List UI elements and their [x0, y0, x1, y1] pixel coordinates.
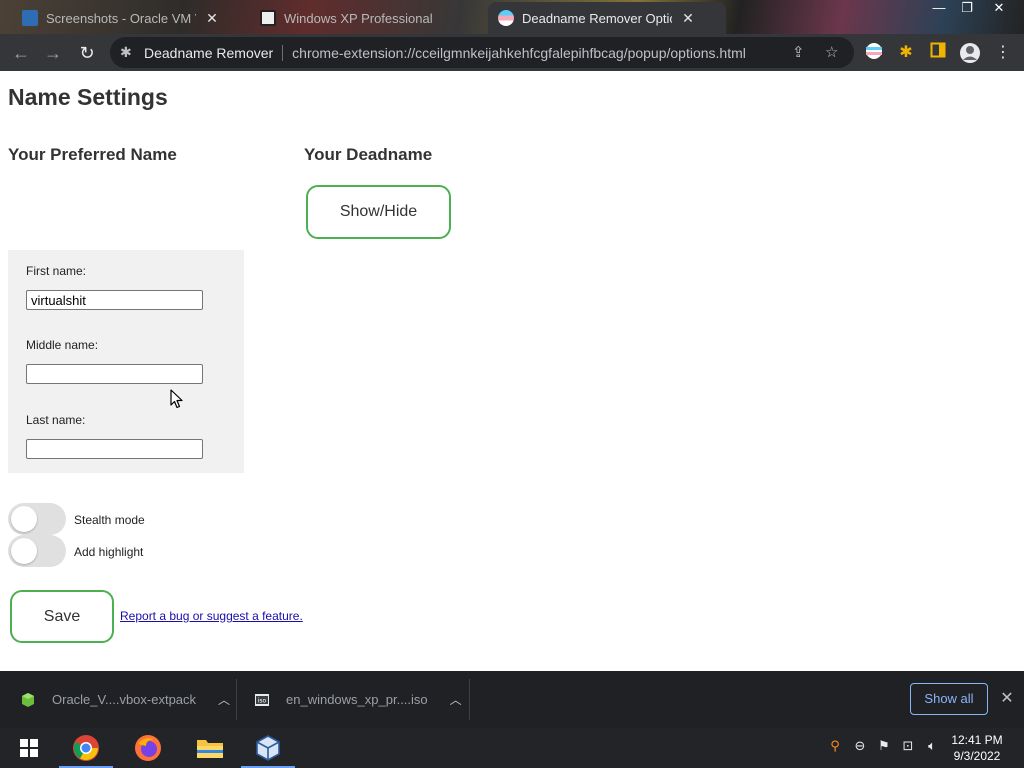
first-name-label: First name:	[26, 264, 87, 278]
windows-taskbar: ⚲ ⊖ ⚑ ⊡ 🔈︎ 12:41 PM 9/3/2022	[0, 728, 1024, 768]
puzzle-icon: ✱	[120, 44, 132, 60]
url-text: chrome-extension://cceilgmnkeijahkehfcgf…	[292, 44, 746, 61]
site-name: Deadname Remover	[144, 44, 274, 61]
middle-name-input[interactable]	[26, 364, 203, 384]
archive-icon	[260, 10, 276, 26]
taskbar-file-explorer[interactable]	[181, 728, 239, 768]
tab-deadname-remover-options[interactable]: Deadname Remover Options ✕	[488, 2, 726, 34]
close-icon[interactable]: ✕	[680, 10, 696, 27]
preferred-name-heading: Your Preferred Name	[8, 145, 177, 164]
deadname-remover-extension-icon[interactable]	[863, 42, 885, 64]
iso-file-icon: iso	[255, 693, 269, 706]
divider	[282, 44, 284, 61]
download-filename: en_windows_xp_pr....iso	[286, 692, 428, 707]
toggle-knob	[11, 506, 37, 532]
start-button[interactable]	[0, 728, 58, 768]
clock-date: 9/3/2022	[953, 749, 1001, 763]
extensions-icon[interactable]: ✱	[895, 42, 917, 64]
download-filename: Oracle_V....vbox-extpack	[52, 692, 197, 707]
reload-icon[interactable]: ↻	[74, 40, 100, 66]
add-highlight-label: Add highlight	[74, 545, 144, 559]
browser-toolbar: ← → ↻ ✱ Deadname Remover chrome-extensio…	[0, 34, 1024, 71]
stealth-mode-toggle[interactable]	[8, 503, 66, 535]
options-page: Name Settings Your Preferred Name Your D…	[0, 71, 1024, 671]
stealth-mode-label: Stealth mode	[74, 513, 145, 527]
address-bar[interactable]: ✱ Deadname Remover chrome-extension://cc…	[110, 37, 854, 68]
taskbar-firefox[interactable]	[119, 728, 177, 768]
middle-name-label: Middle name:	[26, 338, 99, 352]
volume-tray-icon[interactable]: 🔈︎	[923, 738, 941, 754]
download-item[interactable]: Oracle_V....vbox-extpack ︿	[20, 671, 230, 728]
tab-windows-xp[interactable]: Windows XP Professional SP3 x86	[250, 2, 480, 34]
close-icon[interactable]: ✕	[998, 688, 1016, 708]
deadname-heading: Your Deadname	[304, 145, 433, 164]
download-item[interactable]: iso en_windows_xp_pr....iso ︿	[254, 671, 462, 728]
minus-circle-tray-icon[interactable]: ⊖	[851, 738, 869, 754]
side-panel-icon[interactable]	[927, 42, 949, 64]
page-title: Name Settings	[8, 84, 168, 110]
taskbar-virtualbox[interactable]	[239, 728, 297, 768]
search-tray-icon[interactable]: ⚲	[826, 738, 844, 754]
add-highlight-toggle[interactable]	[8, 535, 66, 567]
minimize-icon[interactable]: —	[924, 0, 954, 18]
close-icon[interactable]: ✕	[204, 10, 220, 27]
mouse-cursor-icon	[170, 389, 183, 409]
chrome-icon	[73, 735, 99, 761]
divider	[236, 679, 237, 720]
show-all-button[interactable]: Show all	[910, 683, 988, 715]
windows-logo-icon	[20, 739, 38, 757]
menu-kebab-icon[interactable]: ⋮	[992, 42, 1014, 64]
save-button[interactable]: Save	[10, 590, 114, 643]
folder-icon	[197, 740, 223, 758]
report-bug-link[interactable]: Report a bug or suggest a feature.	[120, 609, 303, 623]
virtualbox-icon	[22, 10, 38, 26]
forward-icon[interactable]: →	[40, 40, 66, 66]
virtualbox-icon	[256, 735, 280, 761]
trans-flag-icon	[498, 10, 514, 26]
tab-title: Windows XP Professional SP3 x86	[284, 10, 434, 26]
share-icon[interactable]: ⇪	[792, 43, 805, 61]
chevron-up-icon[interactable]: ︿	[450, 691, 462, 708]
restore-icon[interactable]: ❐	[952, 0, 982, 18]
clock-time: 12:41 PM	[951, 733, 1003, 747]
taskbar-chrome[interactable]	[57, 728, 115, 768]
first-name-input[interactable]: virtualshit	[26, 290, 203, 310]
svg-text:iso: iso	[258, 697, 267, 704]
divider	[469, 679, 470, 720]
clock[interactable]: 12:41 PM 9/3/2022	[944, 732, 1010, 764]
tab-title: Deadname Remover Options	[522, 10, 672, 26]
package-icon	[22, 692, 34, 707]
flag-tray-icon[interactable]: ⚑	[875, 738, 893, 754]
chevron-up-icon[interactable]: ︿	[218, 691, 230, 708]
tab-virtualbox-screenshots[interactable]: Screenshots - Oracle VM VirtualBox ✕	[12, 2, 244, 34]
window-close-icon[interactable]: ✕	[984, 0, 1014, 18]
network-tray-icon[interactable]: ⊡	[899, 738, 917, 754]
preferred-name-panel: First name: virtualshit Middle name: Las…	[8, 250, 244, 473]
show-hide-button[interactable]: Show/Hide	[306, 185, 451, 239]
back-icon[interactable]: ←	[8, 40, 34, 66]
tab-strip: Screenshots - Oracle VM VirtualBox ✕ Win…	[0, 0, 1024, 34]
downloads-bar: Oracle_V....vbox-extpack ︿ iso en_window…	[0, 671, 1024, 728]
last-name-label: Last name:	[26, 413, 86, 427]
firefox-icon	[135, 735, 161, 761]
tab-title: Screenshots - Oracle VM VirtualBox	[46, 10, 196, 26]
toggle-knob	[11, 538, 37, 564]
bookmark-star-icon[interactable]: ☆	[825, 43, 838, 61]
profile-avatar-icon[interactable]	[959, 42, 981, 64]
last-name-input[interactable]	[26, 439, 203, 459]
